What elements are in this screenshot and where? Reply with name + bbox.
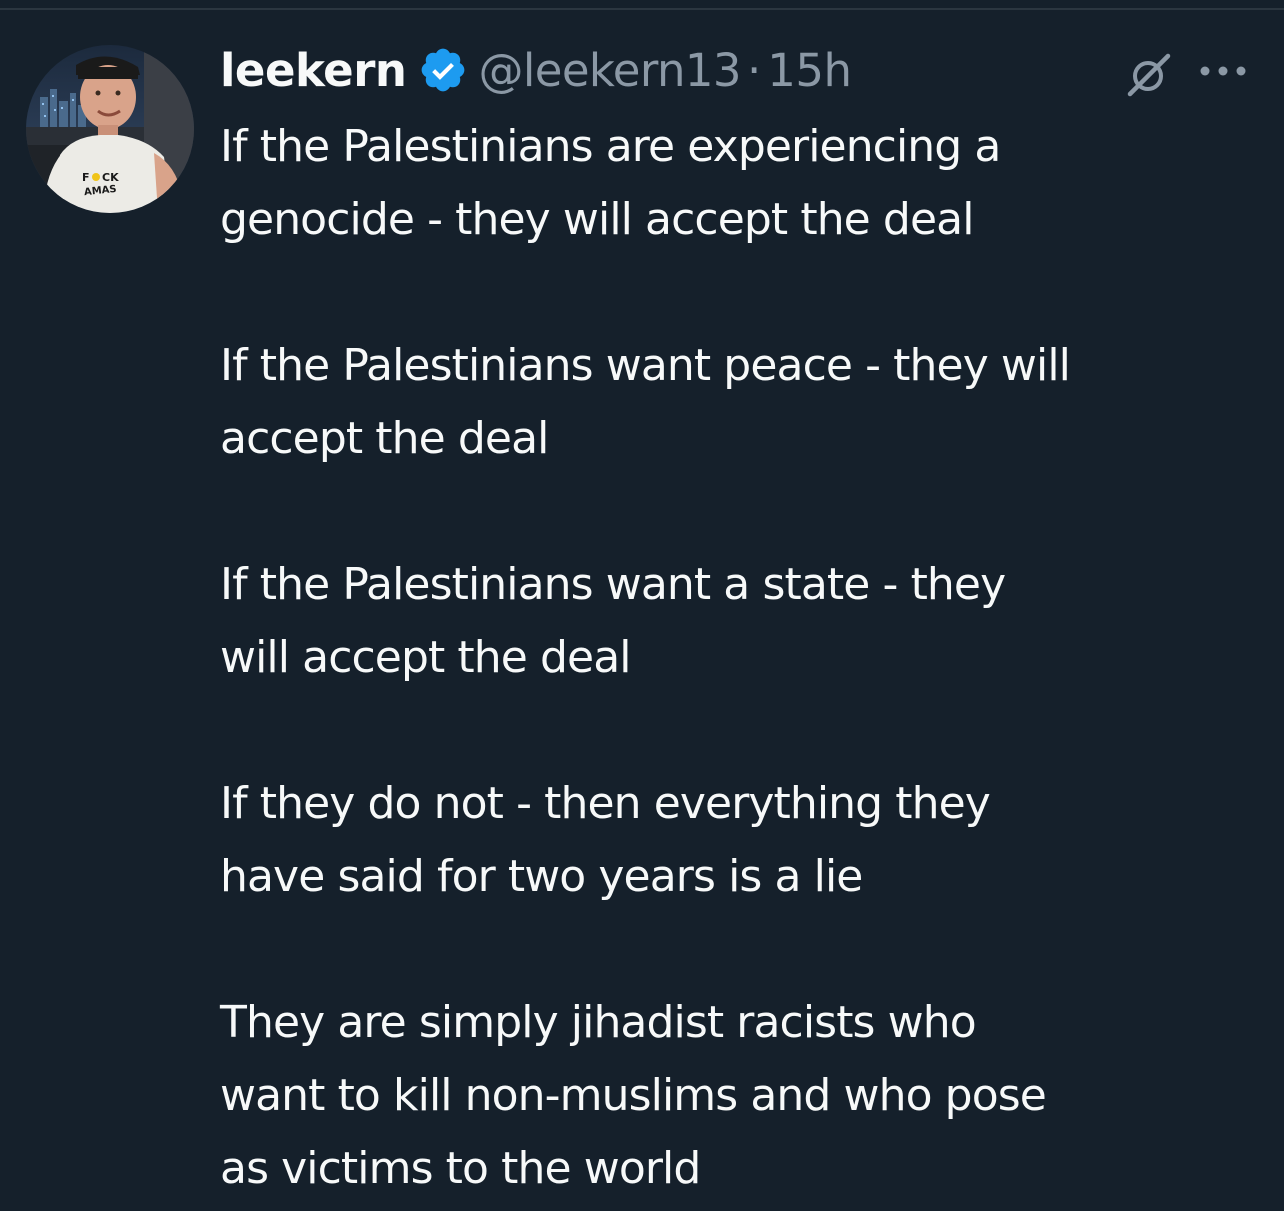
avatar-shirt-text-1: F xyxy=(82,171,90,184)
tweet-line: If the Palestinians want a state - they xyxy=(220,559,1006,610)
tweet-line: If the Palestinians are experiencing a xyxy=(220,121,1001,172)
user-handle[interactable]: @leekern13 xyxy=(478,44,741,97)
tweet-line: want to kill non-muslims and who pose xyxy=(220,1070,1047,1121)
grok-icon[interactable] xyxy=(1126,52,1172,98)
more-horizontal-icon[interactable] xyxy=(1196,56,1250,86)
tweet-line: genocide - they will accept the deal xyxy=(220,194,974,245)
tweet-line: have said for two years is a lie xyxy=(220,851,863,902)
timestamp[interactable]: 15h xyxy=(767,44,852,97)
display-name[interactable]: leekern xyxy=(220,44,407,97)
tweet-line: They are simply jihadist racists who xyxy=(220,997,977,1048)
verified-badge-icon[interactable] xyxy=(418,45,468,95)
tweet-line: If they do not - then everything they xyxy=(220,778,991,829)
tweet-line: as victims to the world xyxy=(220,1143,701,1194)
tweet-body: If the Palestinians are experiencing a g… xyxy=(220,110,1270,1205)
avatar-shirt-text-2: CK xyxy=(102,171,119,184)
tweet-header: leekern @leekern13 · 15h xyxy=(220,38,852,102)
tweet-line: will accept the deal xyxy=(220,632,632,683)
tweet-line: If the Palestinians want peace - they wi… xyxy=(220,340,1071,391)
avatar[interactable]: F CK AMAS xyxy=(26,45,194,213)
tweet-line: accept the deal xyxy=(220,413,549,464)
top-divider xyxy=(0,8,1284,10)
separator-dot: · xyxy=(746,43,762,97)
